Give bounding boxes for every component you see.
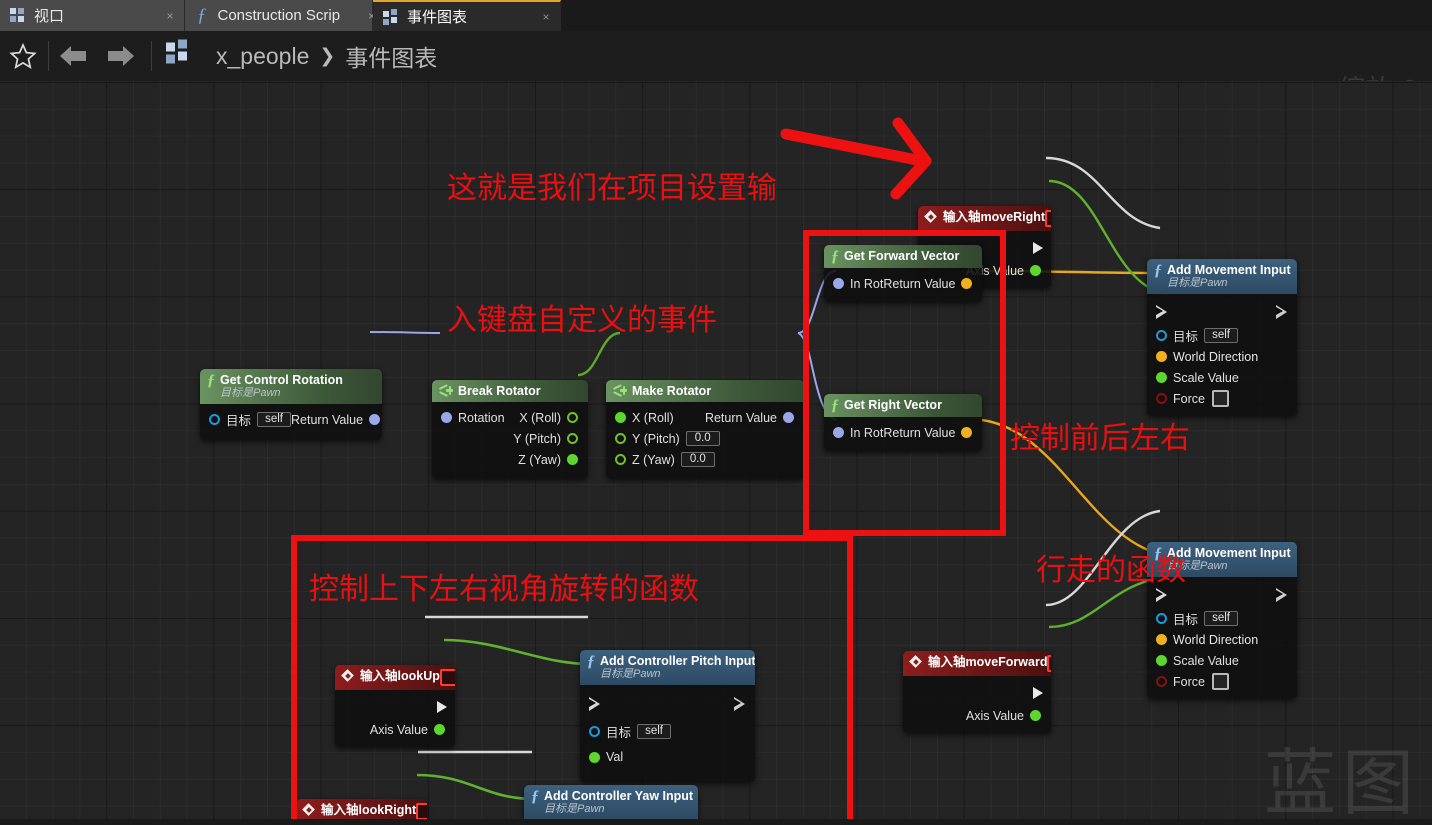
tab-label: Construction Scrip xyxy=(217,7,341,24)
tab-construction-script[interactable]: ƒ Construction Scrip × xyxy=(185,0,375,31)
node-body: Axis Value xyxy=(903,676,1051,733)
return-value-out-pin[interactable] xyxy=(369,414,381,425)
z-yaw-value[interactable]: 0.0 xyxy=(680,452,715,467)
target-value[interactable]: self xyxy=(257,412,292,427)
function-f-icon: ƒ xyxy=(197,5,207,26)
tab-strip: 视口 × ƒ Construction Scrip × 事件图表 × xyxy=(0,0,1432,31)
pin-label: Axis Value xyxy=(965,708,1024,723)
tab-label: 事件图表 xyxy=(407,9,468,26)
force-checkbox[interactable] xyxy=(1211,673,1229,690)
pin-label: Return Value xyxy=(291,412,364,427)
event-graph-canvas[interactable]: 输入轴moveRight Axis Value ƒ Add Movement I… xyxy=(0,81,1432,825)
graph-toolbar: x_people ❯ 事件图表 缩放-3 xyxy=(0,31,1432,104)
node-subtitle: 目标是Pawn xyxy=(220,387,281,399)
z-yaw-in-pin[interactable] xyxy=(615,454,626,465)
forward-button[interactable] xyxy=(97,33,143,79)
annotation-line-2: 入键盘自定义的事件 xyxy=(447,303,717,338)
target-value[interactable]: self xyxy=(1204,328,1239,343)
arrow-left-icon xyxy=(60,46,86,66)
breadcrumb-item-asset[interactable]: x_people xyxy=(216,43,309,70)
pin-row-z-yaw[interactable]: Z (Yaw) 0.0 xyxy=(606,449,804,470)
target-value[interactable]: self xyxy=(1204,611,1239,626)
exec-out-pin[interactable] xyxy=(1033,242,1043,254)
bottom-bar xyxy=(0,819,1432,825)
node-title: 输入轴moveRight xyxy=(943,210,1046,224)
exec-out-pin[interactable] xyxy=(1033,687,1043,699)
breadcrumb: x_people ❯ 事件图表 xyxy=(166,39,437,73)
event-rhombus-icon xyxy=(925,210,938,224)
node-title: Add Movement Input xyxy=(1167,263,1291,277)
function-f-icon: ƒ xyxy=(207,372,215,389)
arrow-to-move-right-icon xyxy=(780,117,932,200)
exec-in-pin[interactable] xyxy=(1156,305,1167,319)
tab-label: 视口 xyxy=(34,8,65,25)
pin-row-y-pitch[interactable]: Y (Pitch) xyxy=(432,428,588,449)
grid-icon xyxy=(166,39,190,67)
node-title: Get Control Rotation xyxy=(220,373,343,387)
pin-row-y-pitch[interactable]: Y (Pitch) 0.0 xyxy=(606,428,804,449)
close-icon[interactable]: × xyxy=(540,11,552,23)
grid-icon xyxy=(10,8,25,23)
favorite-star-button[interactable] xyxy=(0,33,46,79)
event-rhombus-icon xyxy=(910,655,923,669)
node-get-control-rotation[interactable]: ƒ Get Control Rotation 目标是Pawn 目标 self R… xyxy=(200,369,382,440)
axis-value-out-pin[interactable] xyxy=(1030,710,1041,721)
watermark: 蓝图 xyxy=(1263,741,1420,825)
grid-icon xyxy=(383,9,398,25)
toolbar-divider xyxy=(48,41,49,71)
back-button[interactable] xyxy=(51,33,97,79)
node-header: ƒ Get Control Rotation 目标是Pawn xyxy=(200,369,382,404)
node-body: 目标 self Return Value xyxy=(200,404,382,440)
toolbar-divider xyxy=(151,41,152,71)
event-toggle-icon[interactable] xyxy=(1045,210,1051,227)
node-subtitle: 目标是Pawn xyxy=(1167,277,1228,289)
pin-label: Y (Pitch) xyxy=(632,431,680,446)
pin-row-target[interactable]: 目标 self Return Value xyxy=(200,409,382,430)
annotation-line-1: 这就是我们在项目设置输 xyxy=(447,171,777,206)
close-icon[interactable]: × xyxy=(164,10,176,22)
node-header: ƒ Add Movement Input 目标是Pawn xyxy=(1147,259,1297,294)
exec-out-pin[interactable] xyxy=(1276,305,1287,319)
tab-viewport[interactable]: 视口 × xyxy=(0,0,185,31)
pin-row-axis-value[interactable]: Axis Value xyxy=(903,705,1051,726)
annotation-line-1: 控制上下左右视角旋转的函数 xyxy=(309,572,699,607)
pin-row-exec-out[interactable] xyxy=(903,681,1051,705)
force-checkbox[interactable] xyxy=(1211,390,1229,407)
annotation-line-2: 行走的函数 xyxy=(1036,553,1186,588)
breadcrumb-item-graph[interactable]: 事件图表 xyxy=(345,39,437,73)
y-pitch-value[interactable]: 0.0 xyxy=(685,431,720,446)
annotation-look-func: 控制上下左右视角旋转的函数 xyxy=(309,480,699,700)
z-yaw-out-pin[interactable] xyxy=(567,454,578,465)
annotation-input-event: 这就是我们在项目设置输 入键盘自定义的事件 xyxy=(447,81,777,431)
target-in-pin[interactable] xyxy=(209,414,220,425)
annotation-box-move-functions xyxy=(803,230,1006,536)
node-header: 输入轴moveRight xyxy=(918,206,1051,231)
annotation-move-func: 控制前后左右 行走的函数 xyxy=(1010,329,1190,681)
tab-event-graph[interactable]: 事件图表 × xyxy=(373,0,561,31)
arrow-right-icon xyxy=(108,46,134,66)
pin-label: Z (Yaw) xyxy=(518,452,561,467)
annotation-line-1: 控制前后左右 xyxy=(1010,421,1190,456)
star-icon xyxy=(9,42,37,69)
blueprint-editor-window: 视口 × ƒ Construction Scrip × 事件图表 × x_peo… xyxy=(0,0,1432,825)
y-pitch-in-pin[interactable] xyxy=(615,433,626,444)
function-f-icon: ƒ xyxy=(1154,262,1162,279)
pin-label: 目标 xyxy=(226,414,252,428)
pin-label: Z (Yaw) xyxy=(632,452,675,467)
chevron-right-icon: ❯ xyxy=(319,45,336,67)
exec-out-pin[interactable] xyxy=(1276,588,1287,602)
pin-row-exec[interactable] xyxy=(1147,299,1297,325)
return-value-out-pin[interactable] xyxy=(783,412,794,423)
axis-value-out-pin[interactable] xyxy=(1030,265,1041,276)
y-pitch-out-pin[interactable] xyxy=(567,433,578,444)
pin-row-z-yaw[interactable]: Z (Yaw) xyxy=(432,449,588,470)
pin-label: Y (Pitch) xyxy=(513,431,561,446)
